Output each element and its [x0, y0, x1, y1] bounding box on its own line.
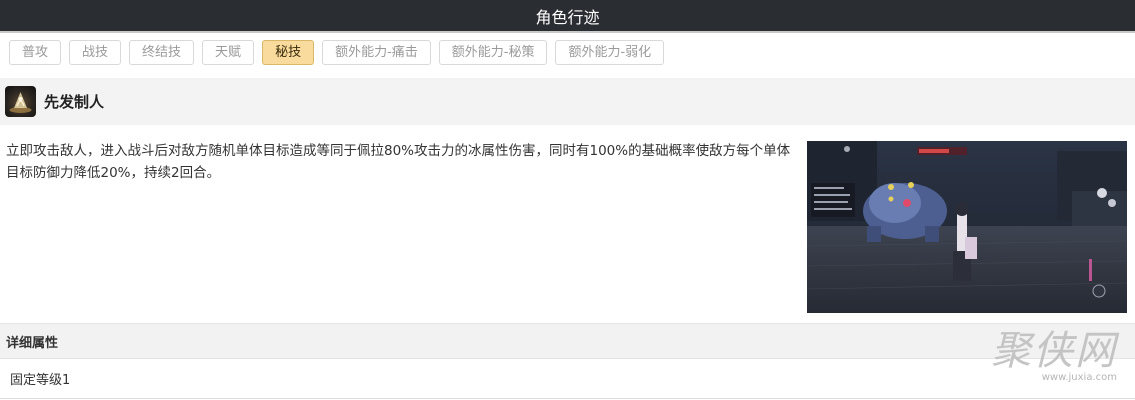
attribute-row: 固定等级1 [0, 359, 1135, 399]
skill-tab-bar: 普攻 战技 终结技 天赋 秘技 额外能力-痛击 额外能力-秘策 额外能力-弱化 [0, 33, 1135, 67]
skill-description: 立即攻击敌人，进入战斗后对敌方随机单体目标造成等同于佩拉80%攻击力的冰属性伤害… [6, 143, 791, 181]
tab-ultimate[interactable]: 终结技 [129, 40, 195, 65]
attributes-heading: 详细属性 [0, 323, 1135, 359]
skill-emblem-icon [9, 92, 32, 113]
tab-extra-ability-3[interactable]: 额外能力-弱化 [555, 40, 665, 65]
tab-technique[interactable]: 秘技 [262, 40, 315, 65]
gameplay-screenshot [807, 141, 1127, 313]
attribute-row-text: 固定等级1 [10, 373, 71, 388]
tab-talent[interactable]: 天赋 [202, 40, 255, 65]
page-header: 角色行迹 [0, 0, 1135, 33]
skill-icon [5, 86, 36, 117]
skill-header: 先发制人 [0, 78, 1135, 125]
tab-extra-ability-2[interactable]: 额外能力-秘策 [438, 40, 548, 65]
tab-skill[interactable]: 战技 [69, 40, 122, 65]
tab-extra-ability-1[interactable]: 额外能力-痛击 [322, 40, 431, 65]
page-title: 角色行迹 [535, 7, 600, 27]
tab-basic-attack[interactable]: 普攻 [9, 40, 62, 65]
skill-name: 先发制人 [44, 93, 105, 111]
attributes-heading-label: 详细属性 [6, 335, 59, 351]
